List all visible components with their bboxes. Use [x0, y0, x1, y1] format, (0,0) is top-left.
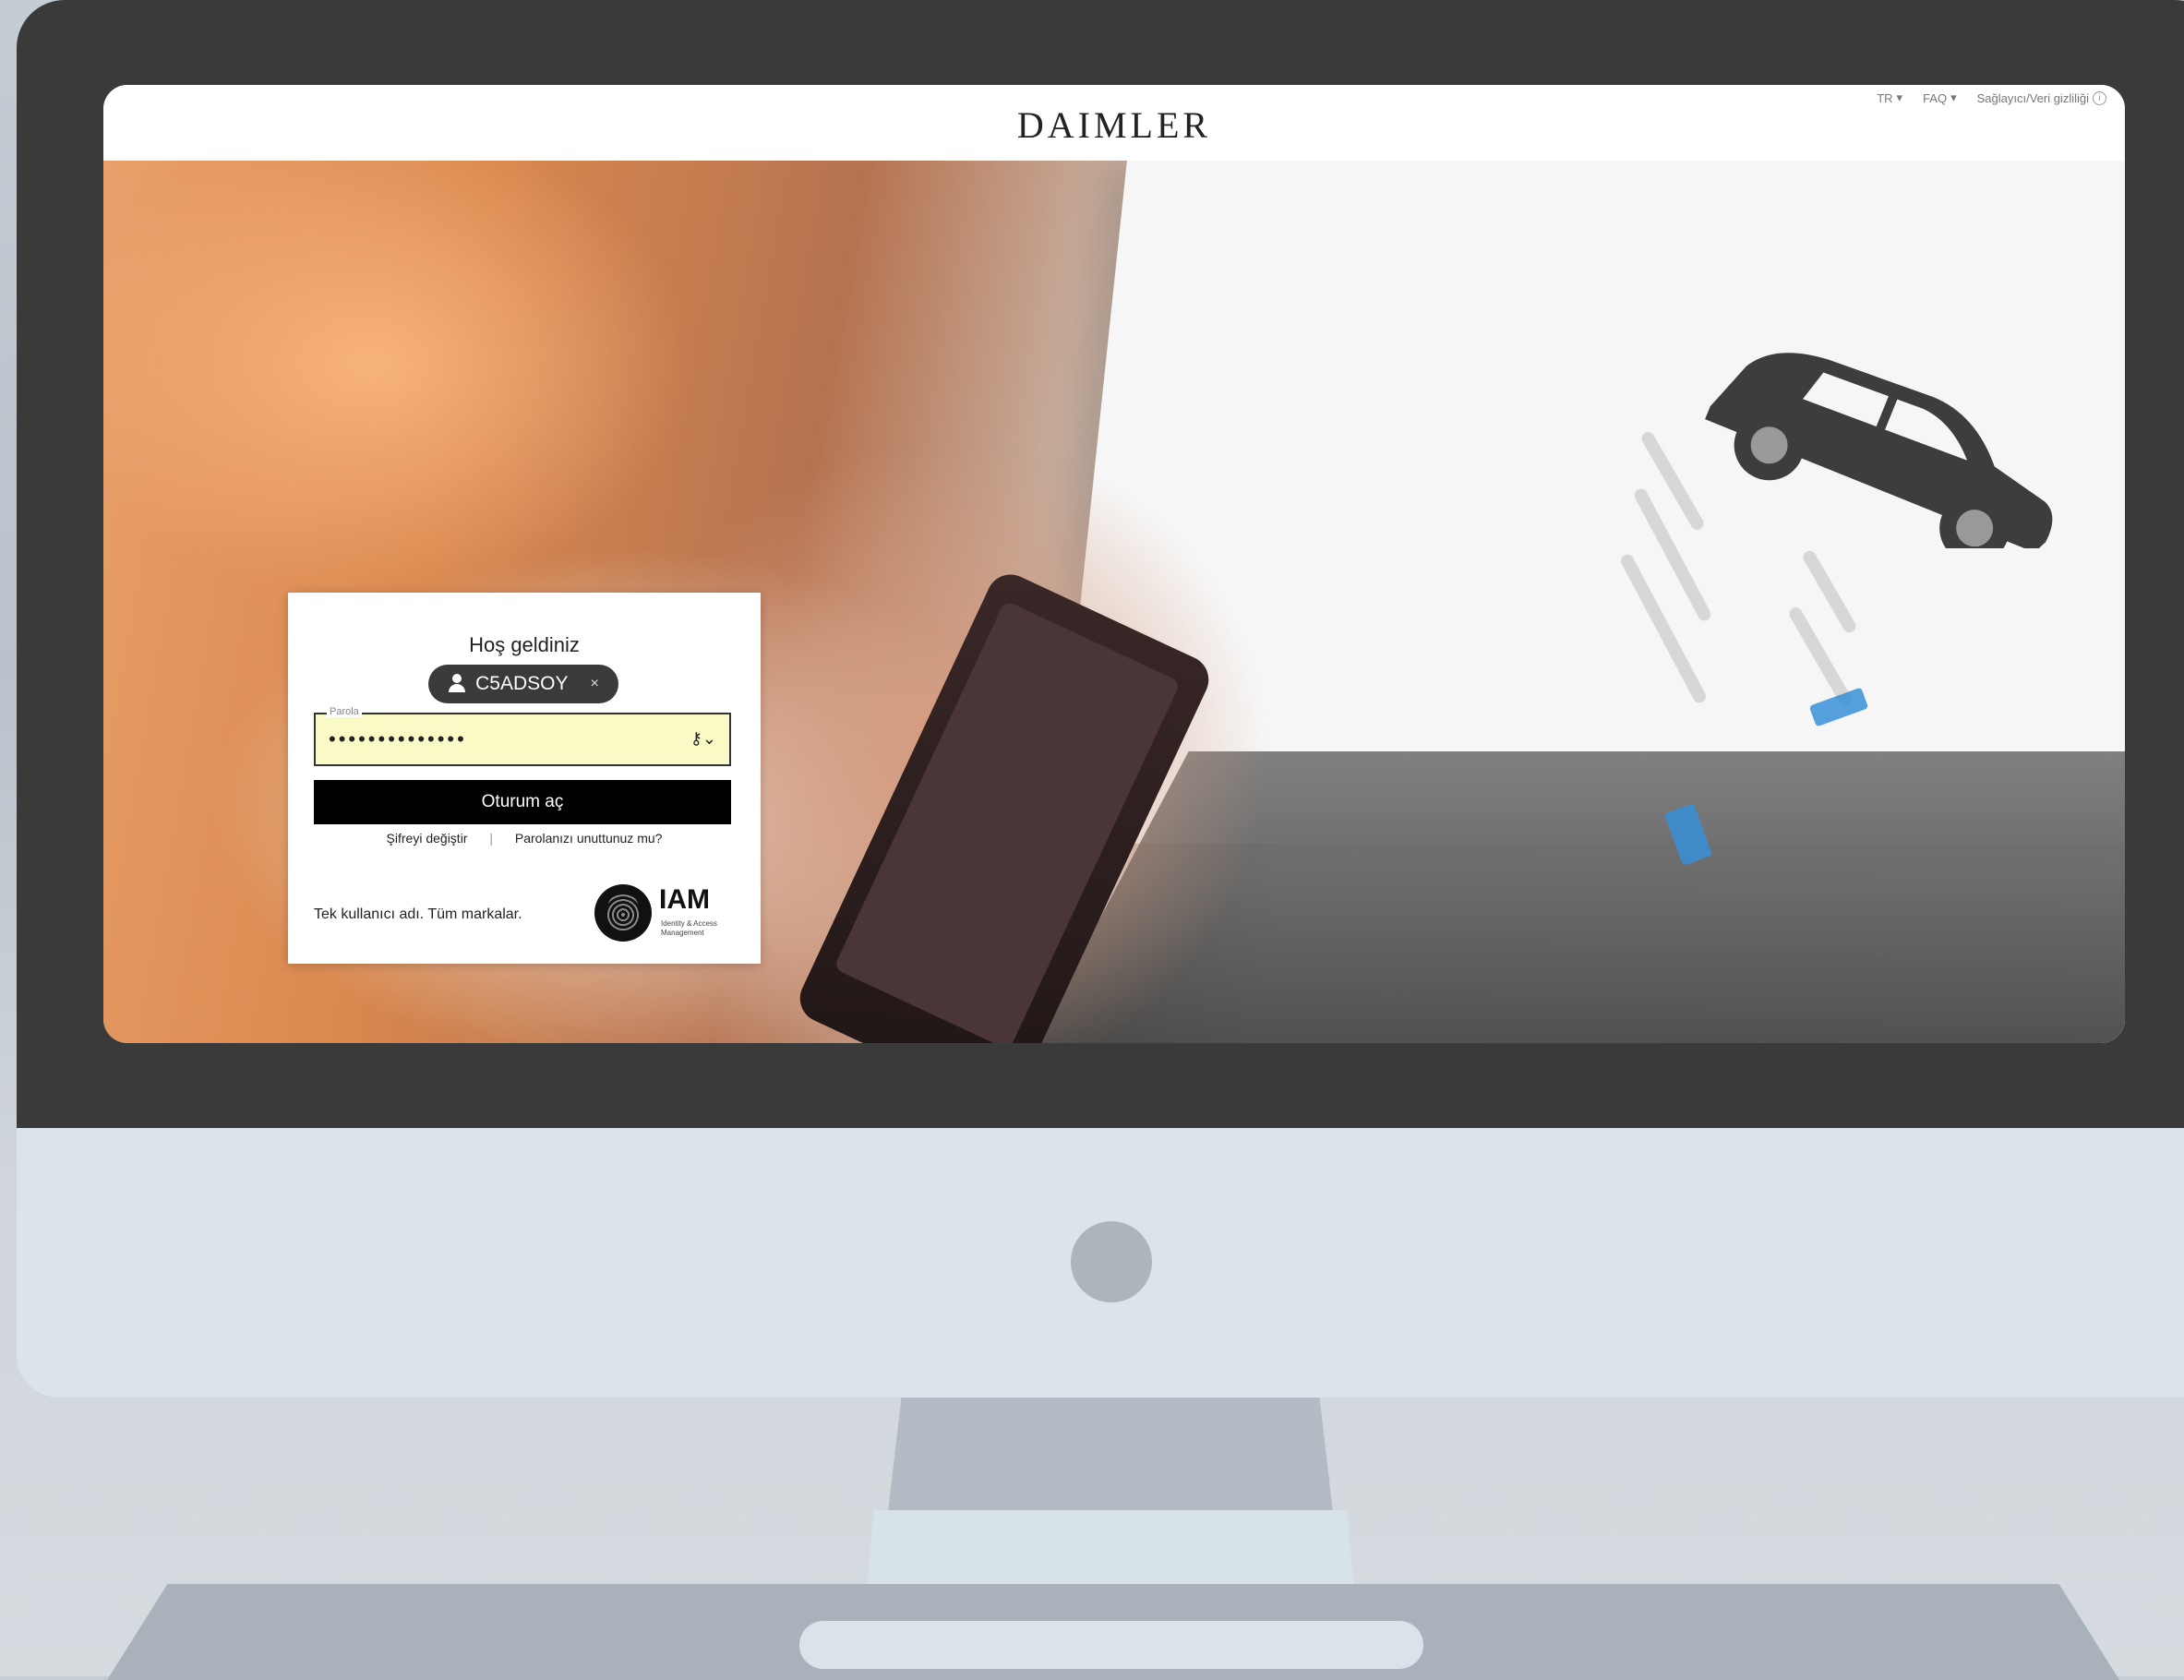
caret-down-icon: ▾ — [1950, 90, 1957, 104]
privacy-label: Sağlayıcı/Veri gizliliği — [1976, 90, 2089, 105]
info-icon: i — [2093, 90, 2106, 105]
iam-logo-subtitle: Identity & Access Management — [661, 919, 717, 937]
car-silhouette-icon — [1705, 353, 2053, 548]
brand-logo: DAIMLER — [1016, 104, 1212, 146]
username-label: C5ADSOY — [475, 673, 569, 694]
forgot-password-link[interactable]: Parolanızı unuttunuz mu? — [515, 831, 663, 846]
faq-label: FAQ — [1923, 90, 1948, 105]
user-icon — [448, 674, 466, 694]
welcome-heading: Hoş geldiniz — [469, 633, 580, 656]
link-separator: | — [489, 831, 493, 846]
top-nav: TR ▾ FAQ ▾ Sağlayıcı/Veri gizliliği i — [1877, 90, 2106, 105]
faq-menu[interactable]: FAQ ▾ — [1923, 90, 1957, 105]
language-label: TR — [1877, 90, 1893, 105]
language-selector[interactable]: TR ▾ — [1877, 90, 1902, 105]
change-password-link[interactable]: Şifreyi değiştir — [387, 831, 468, 846]
login-card: Hoş geldiniz C5ADSOY × Parola ••••••••••… — [288, 593, 761, 964]
caret-down-icon: ▾ — [1896, 90, 1903, 104]
iam-logo: IAM Identity & Access Management — [594, 884, 742, 949]
tagline: Tek kullanıcı adı. Tüm markalar. — [314, 906, 522, 922]
top-bar: DAIMLER TR ▾ FAQ ▾ Sağlayıcı/Veri gizlil… — [103, 85, 2125, 161]
screen: DAIMLER TR ▾ FAQ ▾ Sağlayıcı/Veri gizlil… — [103, 85, 2125, 1043]
password-label: Parola — [327, 706, 362, 717]
password-links: Şifreyi değiştir | Parolanızı unuttunuz … — [288, 831, 761, 846]
monitor-stand-neck — [888, 1398, 1333, 1512]
password-field[interactable]: Parola •••••••••••••• ⚷⌄ — [314, 706, 731, 766]
password-value: •••••••••••••• — [329, 727, 467, 750]
privacy-link[interactable]: Sağlayıcı/Veri gizliliği i — [1976, 90, 2106, 105]
close-icon[interactable]: × — [591, 676, 599, 692]
login-button[interactable]: Oturum aç — [314, 780, 731, 824]
monitor-logo — [1071, 1221, 1152, 1302]
hero-bg-glow — [103, 161, 694, 604]
monitor-base-foot — [799, 1621, 1423, 1669]
fingerprint-icon — [594, 884, 652, 942]
username-chip[interactable]: C5ADSOY × — [428, 665, 618, 703]
iam-logo-text: IAM — [659, 884, 710, 915]
key-icon[interactable]: ⚷⌄ — [690, 729, 716, 749]
